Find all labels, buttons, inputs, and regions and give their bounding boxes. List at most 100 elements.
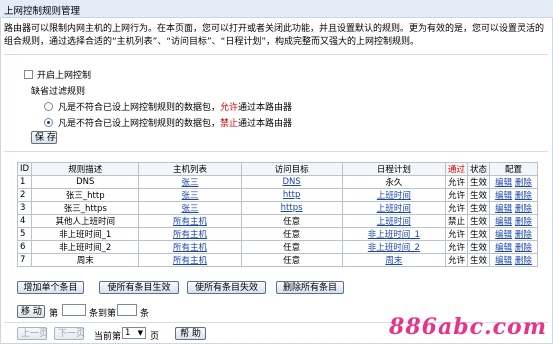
row-status: 生效: [467, 240, 491, 254]
row-desc: 张三_http: [31, 188, 140, 202]
delete-link[interactable]: 删除: [515, 217, 532, 227]
table-row: 4 其他人上班时间 所有主机 任意 上班时间 禁止 生效 编辑 删除: [16, 214, 538, 228]
edit-link[interactable]: 编辑: [495, 191, 512, 201]
edit-link[interactable]: 编辑: [495, 178, 512, 188]
next-page-button[interactable]: 下一页: [54, 327, 85, 340]
row-target: 任意: [240, 240, 343, 254]
deny-radio-option[interactable]: 凡是不符合已设上网控制规则的数据包， 禁止 通过本路由器: [44, 116, 292, 129]
page-select[interactable]: 1 ▼: [122, 327, 146, 339]
edit-link[interactable]: 编辑: [495, 217, 512, 227]
row-host-link[interactable]: 所有主机: [138, 227, 242, 241]
row-desc: 非上班时间_1: [31, 227, 140, 241]
row-schedule-link[interactable]: 上班时间: [341, 214, 447, 228]
default-rule-text: 缺省过滤规则: [31, 87, 86, 97]
move-to-input[interactable]: [117, 304, 137, 316]
row-desc: 非上班时间_2: [31, 240, 140, 254]
row-host-link[interactable]: 张三: [138, 175, 242, 189]
row-config: 编辑 删除: [489, 188, 538, 202]
title-bar: 上网控制规则管理: [0, 0, 553, 18]
delete-link[interactable]: 删除: [515, 256, 532, 266]
row-schedule-link[interactable]: 非上班时间_1: [341, 227, 447, 241]
add-entry-button[interactable]: 增加单个条目: [17, 281, 84, 294]
row-status: 生效: [467, 214, 491, 228]
edit-link[interactable]: 编辑: [495, 243, 512, 253]
allow-radio-post: 通过本路由器: [238, 103, 293, 113]
row-status: 生效: [467, 188, 491, 202]
row-target: 任意: [240, 214, 343, 228]
enable-control-checkbox[interactable]: [24, 70, 33, 79]
col-target: 访问目标: [240, 162, 343, 176]
deny-radio-post: 通过本路由器: [238, 119, 293, 129]
enable-all-button[interactable]: 使所有条目生效: [99, 281, 179, 294]
table-row: 7 周末 所有主机 任意 周末 允许 生效 编辑 删除: [16, 253, 538, 267]
row-id: 5: [16, 227, 33, 241]
prev-page-button[interactable]: 上一页: [17, 327, 48, 340]
help-button[interactable]: 帮 助: [175, 327, 206, 340]
move-from-label: 第: [49, 309, 59, 319]
row-host-link[interactable]: 张三: [138, 201, 242, 215]
disable-all-button[interactable]: 使所有条目失效: [187, 281, 266, 294]
allow-radio-option[interactable]: 凡是不符合已设上网控制规则的数据包， 允许 通过本路由器: [44, 100, 292, 113]
move-button[interactable]: 移 动: [17, 305, 45, 318]
row-host-link[interactable]: 所有主机: [138, 214, 242, 228]
deny-radio-action: 禁止: [220, 119, 239, 129]
row-target: 任意: [240, 227, 343, 241]
table-header-row: ID 规则描述 主机列表 访问目标 日程计划 通过 状态 配置: [16, 162, 538, 176]
table-row: 3 张三_https 张三 https 上班时间 允许 生效 编辑 删除: [16, 201, 538, 215]
row-config: 编辑 删除: [489, 201, 538, 215]
col-pass: 通过: [445, 162, 469, 176]
row-desc: 张三_https: [31, 201, 140, 215]
table-row: 2 张三_http 张三 http 上班时间 允许 生效 编辑 删除: [16, 188, 538, 202]
delete-link[interactable]: 删除: [515, 178, 532, 188]
page-unit-label: 页: [150, 332, 160, 342]
divider: [4, 151, 548, 152]
row-target-link[interactable]: http: [240, 188, 343, 202]
delete-link[interactable]: 删除: [515, 191, 532, 201]
row-host-link[interactable]: 所有主机: [138, 253, 242, 267]
row-host-link[interactable]: 所有主机: [138, 240, 242, 254]
row-pass: 禁止: [445, 214, 469, 228]
col-host: 主机列表: [138, 162, 242, 176]
row-schedule-link[interactable]: 周末: [341, 253, 447, 267]
row-pass: 允许: [445, 175, 469, 189]
deny-radio[interactable]: [44, 118, 53, 127]
row-schedule-link[interactable]: 非上班时间_2: [341, 240, 447, 254]
row-schedule-link[interactable]: 上班时间: [341, 188, 447, 202]
row-host-link[interactable]: 张三: [138, 188, 242, 202]
delete-all-button[interactable]: 删除所有条目: [276, 281, 344, 294]
row-id: 1: [16, 175, 33, 189]
table-row: 5 非上班时间_1 所有主机 任意 非上班时间_1 允许 生效 编辑 删除: [16, 227, 538, 241]
col-id: ID: [16, 162, 33, 176]
deny-radio-pre: 凡是不符合已设上网控制规则的数据包，: [58, 119, 221, 129]
save-button[interactable]: 保 存: [31, 131, 57, 144]
row-target-link[interactable]: https: [240, 201, 343, 215]
watermark-logo: 886abc.com: [389, 314, 547, 340]
default-rule-label: 缺省过滤规则: [31, 84, 85, 97]
enable-control-label: 开启上网控制: [37, 71, 92, 81]
row-schedule-link[interactable]: 上班时间: [341, 201, 447, 215]
enable-control-option[interactable]: 开启上网控制: [24, 68, 91, 81]
delete-link[interactable]: 删除: [515, 243, 532, 253]
row-desc: 周末: [31, 253, 140, 267]
row-id: 3: [16, 201, 33, 215]
row-id: 7: [16, 253, 33, 267]
edit-link[interactable]: 编辑: [495, 256, 512, 266]
edit-link[interactable]: 编辑: [495, 230, 512, 240]
row-pass: 允许: [445, 201, 469, 215]
move-unit-label: 条: [140, 309, 150, 319]
move-from-input[interactable]: [62, 304, 86, 316]
row-status: 生效: [467, 201, 491, 215]
chevron-down-icon: ▼: [137, 329, 143, 337]
row-config: 编辑 删除: [489, 175, 538, 189]
intro-text: 路由器可以限制内网主机的上网行为。在本页面，您可以打开或者关闭此功能，并且设置默…: [4, 24, 545, 47]
row-config: 编辑 删除: [489, 253, 538, 267]
row-id: 2: [16, 188, 33, 202]
delete-link[interactable]: 删除: [515, 204, 532, 214]
row-target-link[interactable]: DNS: [240, 175, 343, 189]
edit-link[interactable]: 编辑: [495, 204, 512, 214]
delete-link[interactable]: 删除: [515, 230, 532, 240]
row-id: 4: [16, 214, 33, 228]
allow-radio[interactable]: [44, 102, 53, 111]
col-desc: 规则描述: [31, 162, 140, 176]
row-pass: 允许: [445, 240, 469, 254]
